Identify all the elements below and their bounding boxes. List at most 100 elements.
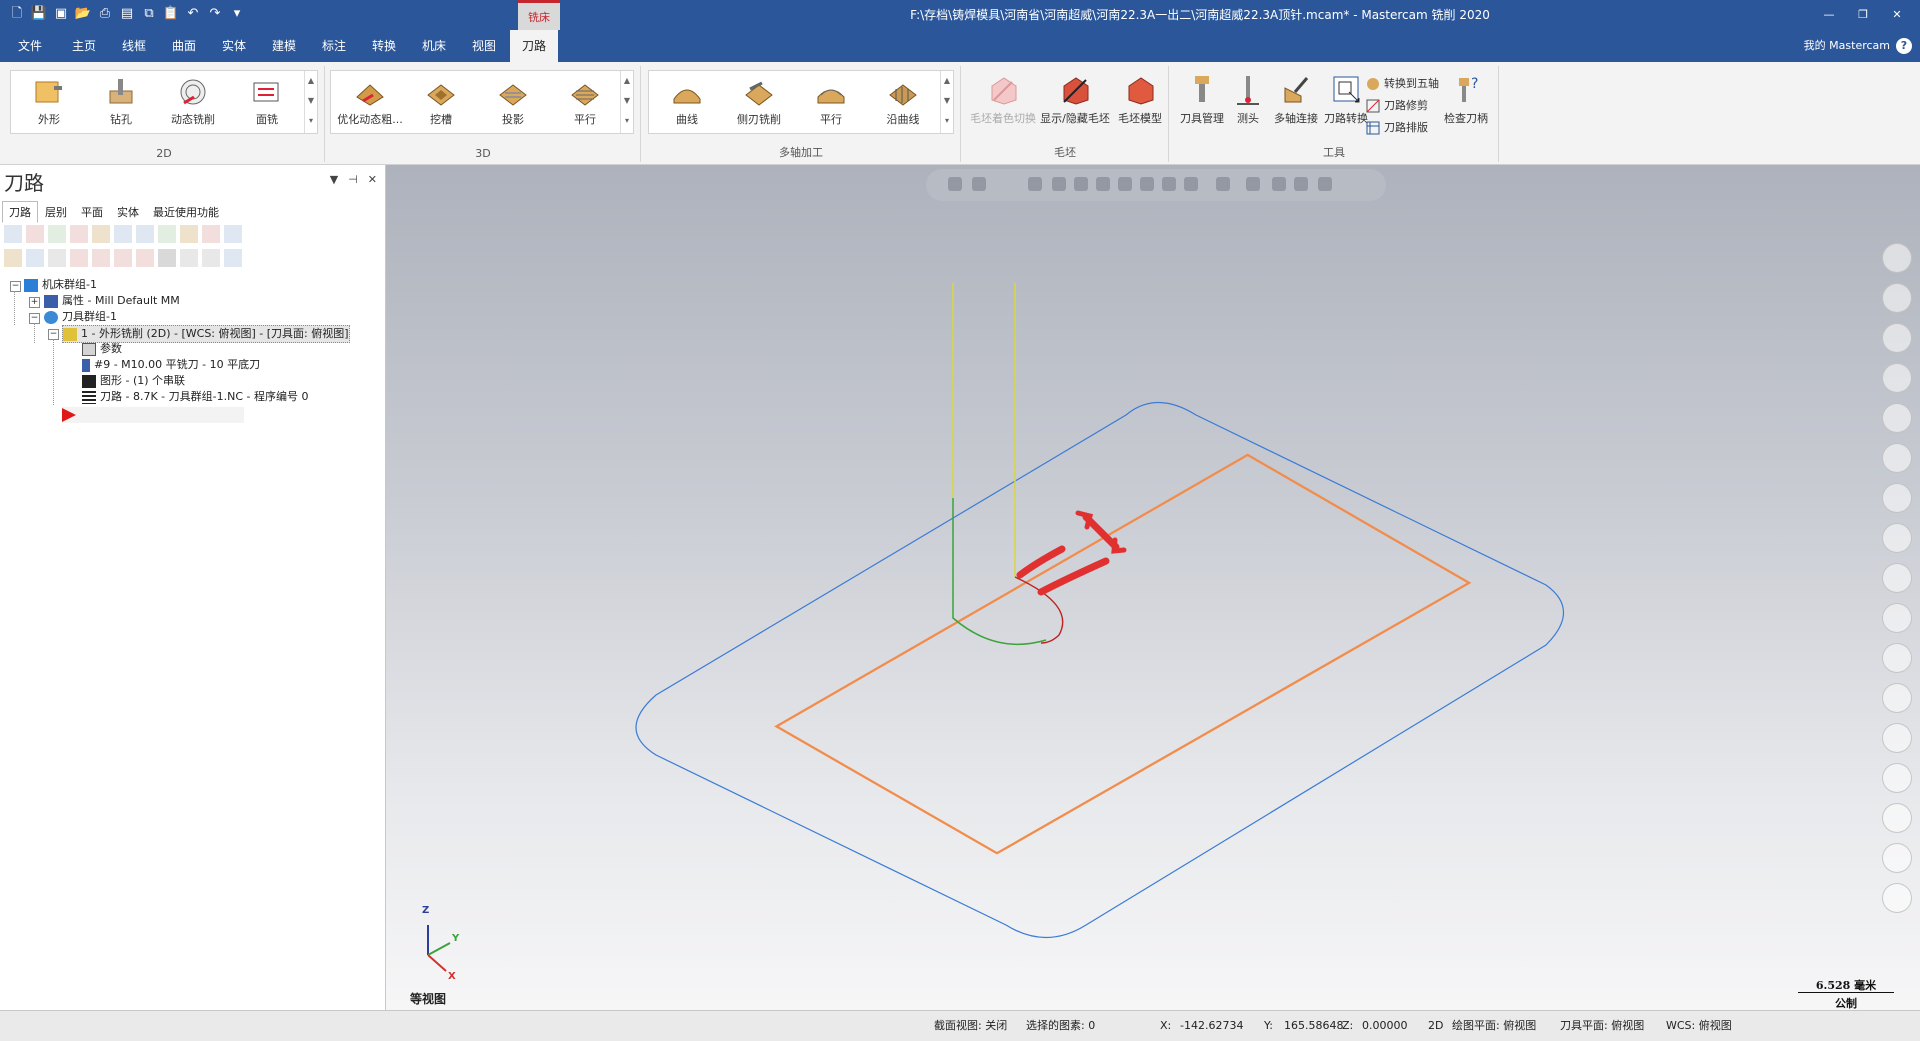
expand-properties[interactable]: + [29, 297, 40, 308]
tab-solids[interactable]: 实体 [218, 30, 250, 62]
gallery-3d-scroll[interactable]: ▲ ▼ ▾ [620, 71, 633, 133]
post-icon[interactable] [158, 225, 176, 243]
inner-contour[interactable] [774, 453, 1472, 855]
regenerate-icon[interactable] [48, 225, 66, 243]
lock-icon[interactable] [4, 249, 22, 267]
expand-machine-group[interactable]: − [10, 281, 21, 292]
quick-mask-points-icon[interactable] [1882, 283, 1912, 313]
insert-arrow[interactable] [62, 407, 244, 423]
quick-mask-settings-icon[interactable] [1882, 843, 1912, 873]
tree-tool[interactable]: #9 - M10.00 平铣刀 - 10 平底刀 [82, 357, 260, 373]
check-holder-button[interactable]: ? 检查刀柄 [1438, 74, 1494, 126]
wcs-status[interactable]: WCS: 俯视图 [1666, 1011, 1732, 1041]
select-all-icon[interactable] [4, 225, 22, 243]
my-mastercam-link[interactable]: 我的 Mastercam [1804, 30, 1890, 62]
quick-mask-solids-icon[interactable] [1882, 483, 1912, 513]
quick-mask-arcs-icon[interactable] [1882, 323, 1912, 353]
outer-contour[interactable] [635, 402, 1565, 939]
subtab-levels[interactable]: 层别 [38, 201, 74, 223]
parallel-multiaxis-button[interactable]: 平行 [801, 75, 861, 127]
tree-machine-group[interactable]: 机床群组-1 [24, 277, 97, 293]
minimize-icon[interactable]: — [1812, 0, 1846, 30]
tab-wireframe[interactable]: 线框 [118, 30, 150, 62]
tab-drafting[interactable]: 标注 [318, 30, 350, 62]
along-curve-button[interactable]: 沿曲线 [873, 75, 933, 127]
optirough-button[interactable]: 优化动态粗... [335, 75, 405, 127]
move-up-icon[interactable] [92, 249, 110, 267]
panel-menu-icon[interactable]: ▼ [330, 173, 338, 186]
help-icon[interactable]: ? [1896, 38, 1912, 54]
quick-mask-splines-icon[interactable] [1882, 363, 1912, 393]
probe-button[interactable]: 测头 [1226, 74, 1270, 126]
stock-shading-button[interactable]: 毛坯着色切换 [970, 74, 1036, 126]
stock-display-button[interactable]: 显示/隐藏毛坯 [1038, 74, 1112, 126]
tab-machine[interactable]: 机床 [418, 30, 450, 62]
gallery-multiaxis-scroll[interactable]: ▲ ▼ ▾ [940, 71, 953, 133]
parallel-3d-button[interactable]: 平行 [555, 75, 615, 127]
gview-plane-status[interactable]: 绘图平面: 俯视图 [1452, 1011, 1536, 1041]
gallery-2d-scroll[interactable]: ▲ ▼ ▾ [304, 71, 317, 133]
quick-mask-bodies-icon[interactable] [1882, 563, 1912, 593]
toolpath-nesting-button[interactable]: 刀路排版 [1366, 118, 1428, 138]
toggle-post-icon[interactable] [48, 249, 66, 267]
quick-mask-level-icon[interactable] [1882, 683, 1912, 713]
verify-icon[interactable] [114, 225, 132, 243]
show-associated-icon[interactable] [180, 249, 198, 267]
section-view-status[interactable]: 截面视图: 关闭 [934, 1011, 1007, 1041]
restore-icon[interactable]: ❐ [1846, 0, 1880, 30]
tree-geometry[interactable]: 图形 - (1) 个串联 [82, 373, 185, 389]
deselect-all-icon[interactable] [26, 225, 44, 243]
regenerate-dirty-icon[interactable] [70, 225, 88, 243]
insert-arrow-icon[interactable] [114, 249, 132, 267]
delete-ops-icon[interactable] [202, 225, 220, 243]
tree-tool-group[interactable]: 刀具群组-1 [44, 309, 117, 325]
display-options-icon[interactable] [202, 249, 220, 267]
show-selected-icon[interactable] [158, 249, 176, 267]
quick-mask-groups-icon[interactable] [1882, 723, 1912, 753]
quick-mask-results-icon[interactable] [1882, 763, 1912, 793]
tab-transform[interactable]: 转换 [368, 30, 400, 62]
backplot-icon[interactable] [92, 225, 110, 243]
subtab-solids[interactable]: 实体 [110, 201, 146, 223]
quick-mask-meshes-icon[interactable] [1882, 603, 1912, 633]
convert-to-5axis-button[interactable]: 转换到五轴 [1366, 74, 1439, 94]
tab-file[interactable]: 文件 [14, 30, 46, 62]
pin-icon[interactable]: ⊣ [348, 173, 358, 186]
geometry-canvas[interactable] [386, 165, 1920, 1010]
tree-toolpath[interactable]: 刀路 - 8.7K - 刀具群组-1.NC - 程序编号 0 [82, 389, 308, 405]
quick-mask-faces-icon[interactable] [1882, 523, 1912, 553]
drill-button[interactable]: 钻孔 [91, 75, 151, 127]
contour-button[interactable]: 外形 [19, 75, 79, 127]
help-panel-icon[interactable] [224, 225, 242, 243]
swarf-button[interactable]: 侧刃铣削 [729, 75, 789, 127]
project-button[interactable]: 投影 [483, 75, 543, 127]
move-down-icon[interactable] [70, 249, 88, 267]
quick-mask-color-icon[interactable] [1882, 643, 1912, 673]
subtab-planes[interactable]: 平面 [74, 201, 110, 223]
tree-parameters[interactable]: 参数 [82, 341, 122, 357]
tab-surfaces[interactable]: 曲面 [168, 30, 200, 62]
toolpath-filter-icon[interactable] [224, 249, 242, 267]
face-mill-button[interactable]: 面铣 [237, 75, 297, 127]
tab-toolpaths[interactable]: 刀路 [510, 30, 558, 62]
tree-properties[interactable]: 属性 - Mill Default MM [44, 293, 180, 309]
simulate-icon[interactable] [136, 225, 154, 243]
pocket-button[interactable]: 挖槽 [411, 75, 471, 127]
panel-close-icon[interactable]: ✕ [368, 173, 377, 186]
subtab-recent[interactable]: 最近使用功能 [146, 201, 226, 223]
tool-manager-button[interactable]: 刀具管理 [1174, 74, 1230, 126]
trim-toolpath-button[interactable]: 刀路修剪 [1366, 96, 1428, 116]
toggle-display-icon[interactable] [26, 249, 44, 267]
graphics-viewport[interactable]: Z Y X 等视图 6.528 毫米 公制 [386, 165, 1920, 1010]
multiaxis-linking-button[interactable]: 多轴连接 [1268, 74, 1324, 126]
lead-in-arc[interactable] [952, 498, 1047, 646]
high-feed-icon[interactable] [180, 225, 198, 243]
tab-model-prep[interactable]: 建模 [268, 30, 300, 62]
subtab-toolpaths[interactable]: 刀路 [2, 201, 38, 223]
quick-mask-layers-icon[interactable] [1882, 803, 1912, 833]
quick-mask-surfaces-icon[interactable] [1882, 403, 1912, 433]
mode-2d-3d-toggle[interactable]: 2D [1428, 1011, 1443, 1041]
quick-mask-add-icon[interactable] [1882, 243, 1912, 273]
tab-home[interactable]: 主页 [68, 30, 100, 62]
scroll-insert-icon[interactable] [136, 249, 154, 267]
